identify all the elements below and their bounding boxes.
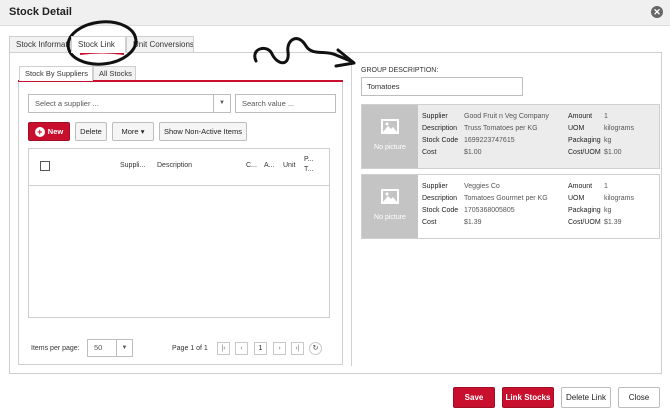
- tab-stock-link[interactable]: Stock Link: [71, 36, 126, 53]
- annotation-markup: [66, 20, 356, 68]
- subtab-stock-by-suppliers[interactable]: Stock By Suppliers: [19, 66, 93, 81]
